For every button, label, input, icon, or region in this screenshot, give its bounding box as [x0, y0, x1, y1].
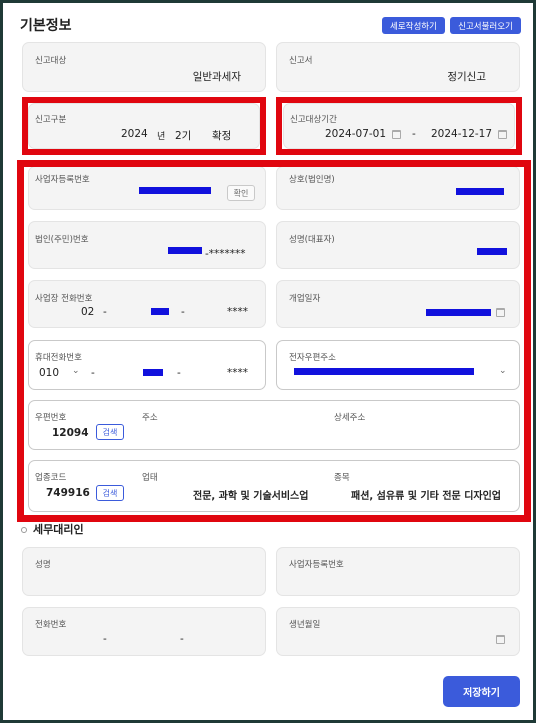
chevron-down-icon[interactable]: ⌄: [72, 366, 80, 376]
open-date-label: 개업일자: [289, 294, 321, 304]
biz-phone-masked: ****: [227, 306, 248, 318]
industry-code-value[interactable]: 749916: [46, 487, 90, 499]
business-item-label: 종목: [334, 473, 350, 483]
report-form-value: 정기신고: [447, 71, 486, 83]
biz-phone-sep1: -: [103, 306, 107, 318]
load-report-button[interactable]: 신고서불러오기: [450, 17, 521, 34]
agent-phone-sep1: -: [103, 633, 107, 645]
biz-phone-label: 사업장 전화번호: [35, 294, 93, 304]
calendar-icon[interactable]: [496, 635, 505, 644]
redaction-bar: [139, 187, 211, 194]
report-type-label: 신고구분: [35, 115, 67, 125]
redaction-bar: [143, 369, 163, 376]
report-year: 2024: [121, 128, 148, 140]
redaction-bar: [151, 308, 169, 315]
mobile-label: 휴대전화번호: [35, 353, 82, 363]
period-start-date[interactable]: 2024-07-01: [325, 128, 386, 140]
biz-phone-sep2: -: [181, 306, 185, 318]
industry-field: 업종코드 749916 검색 업태 전문, 과학 및 기술서비스업 종목 패션,…: [28, 460, 520, 512]
business-item-value: 패션, 섬유류 및 기타 전문 디자인업: [351, 491, 502, 502]
report-target-value: 일반과세자: [192, 71, 241, 83]
report-type-field[interactable]: 신고구분 2024 년 2기 확정: [28, 103, 260, 149]
period-separator: -: [412, 128, 416, 140]
report-form-field: 신고서 정기신고: [276, 42, 520, 92]
business-no-label: 사업자등록번호: [35, 175, 90, 185]
agent-biz-no-field[interactable]: 사업자등록번호: [276, 547, 520, 596]
mobile-masked: ****: [227, 367, 248, 379]
zip-value[interactable]: 12094: [52, 427, 89, 439]
redaction-bar: [477, 248, 507, 255]
agent-birth-field[interactable]: 생년월일: [276, 607, 520, 656]
industry-search-button[interactable]: 검색: [96, 485, 124, 501]
detail-address-label: 상세주소: [334, 413, 366, 423]
address-label: 주소: [142, 413, 158, 423]
mobile-prefix[interactable]: 010: [39, 367, 59, 379]
email-field[interactable]: 전자우편주소 ⌄: [276, 340, 520, 390]
agent-biz-no-label: 사업자등록번호: [289, 560, 344, 570]
biz-phone-area: 02: [81, 306, 95, 318]
agent-phone-sep2: -: [180, 633, 184, 645]
corp-no-masked: -*******: [205, 248, 246, 260]
redaction-bar: [426, 309, 491, 316]
company-name-field[interactable]: 상호(법인명): [276, 166, 520, 210]
report-period-half: 2기: [175, 130, 192, 142]
email-label: 전자우편주소: [289, 353, 336, 363]
calendar-icon[interactable]: [392, 130, 401, 139]
address-field: 우편번호 12094 검색 주소 상세주소: [28, 400, 520, 450]
report-form-label: 신고서: [289, 56, 313, 66]
report-period-label: 신고대상기간: [290, 115, 337, 125]
biz-phone-field[interactable]: 사업장 전화번호 02 - - ****: [28, 280, 266, 328]
calendar-icon[interactable]: [498, 130, 507, 139]
business-type-value: 전문, 과학 및 기술서비스업: [193, 491, 309, 502]
agent-birth-label: 생년월일: [289, 620, 321, 630]
chevron-down-icon[interactable]: ⌄: [499, 366, 507, 376]
report-target-field: 신고대상 일반과세자: [22, 42, 266, 92]
rep-name-field[interactable]: 성명(대표자): [276, 221, 520, 269]
zip-search-button[interactable]: 검색: [96, 424, 124, 440]
period-end-date[interactable]: 2024-12-17: [431, 128, 492, 140]
agent-name-label: 성명: [35, 560, 51, 570]
mobile-sep1: -: [91, 367, 95, 379]
page-title: 기본정보: [20, 18, 72, 34]
company-name-label: 상호(법인명): [289, 175, 335, 185]
business-type-label: 업태: [142, 473, 158, 483]
mobile-field[interactable]: 휴대전화번호 010 ⌄ - - ****: [28, 340, 266, 390]
redaction-bar: [168, 247, 202, 254]
open-date-field[interactable]: 개업일자: [276, 280, 520, 328]
agent-name-field[interactable]: 성명: [22, 547, 266, 596]
redaction-bar: [294, 368, 474, 375]
report-kind: 확정: [212, 130, 232, 142]
zip-label: 우편번호: [35, 413, 67, 423]
agent-phone-field[interactable]: 전화번호 - -: [22, 607, 266, 656]
corp-no-label: 법인(주민)번호: [35, 235, 89, 245]
report-period-field[interactable]: 신고대상기간 2024-07-01 - 2024-12-17: [283, 103, 515, 149]
business-no-field[interactable]: 사업자등록번호 확인: [28, 166, 266, 210]
industry-code-label: 업종코드: [35, 473, 67, 483]
new-report-button[interactable]: 세로작성하기: [382, 17, 445, 34]
corp-no-field[interactable]: 법인(주민)번호 -*******: [28, 221, 266, 269]
redaction-bar: [456, 188, 504, 195]
save-button[interactable]: 저장하기: [443, 676, 520, 707]
report-target-label: 신고대상: [35, 56, 67, 66]
mobile-sep2: -: [177, 367, 181, 379]
agent-phone-label: 전화번호: [35, 620, 67, 630]
calendar-icon[interactable]: [496, 308, 505, 317]
section-bullet-icon: [21, 527, 27, 533]
confirm-button[interactable]: 확인: [227, 185, 255, 201]
report-year-unit: 년: [157, 132, 166, 142]
agent-section-title: 세무대리인: [33, 523, 84, 536]
rep-name-label: 성명(대표자): [289, 235, 335, 245]
